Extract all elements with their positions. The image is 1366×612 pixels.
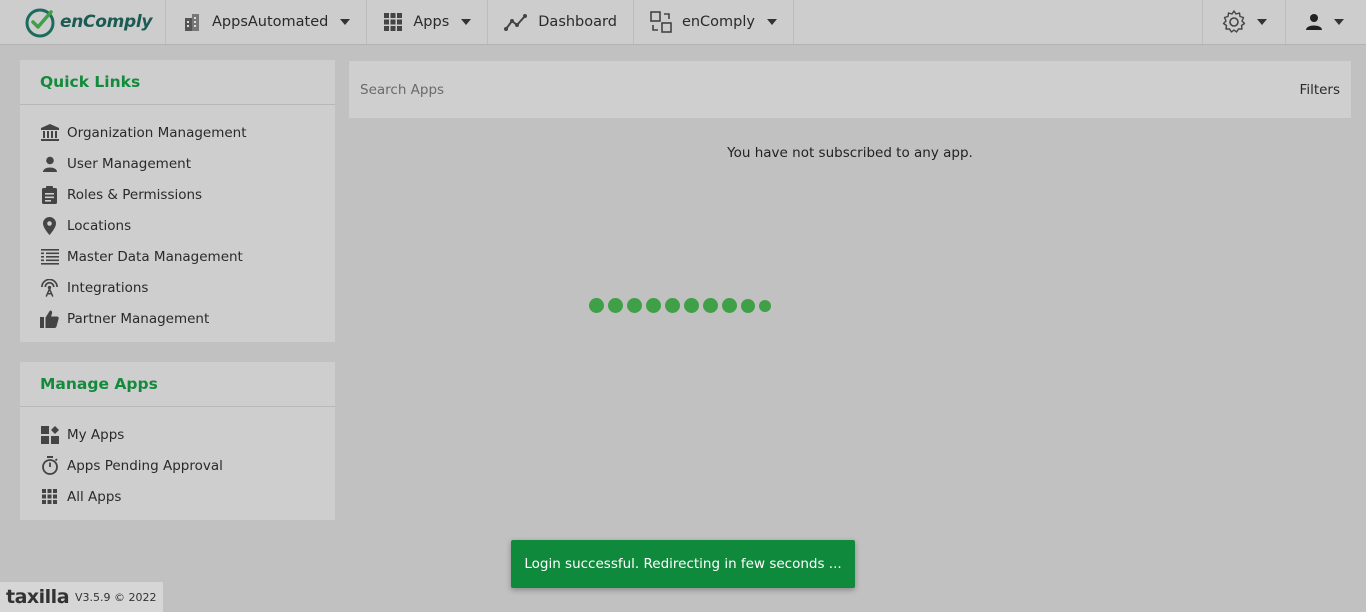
loader-dot (722, 298, 737, 313)
manage-apps-label: My Apps (67, 426, 125, 443)
encomply-logo-icon (25, 8, 55, 38)
quick-link-label: Roles & Permissions (67, 186, 203, 203)
brand-name: enComply (60, 12, 153, 32)
chevron-down-icon (1257, 19, 1267, 25)
loader-dot (589, 298, 604, 313)
quick-link-master-data-management[interactable]: Master Data Management (40, 241, 335, 272)
settings-dropdown[interactable] (1202, 0, 1285, 44)
chevron-down-icon (461, 19, 472, 25)
chevron-down-icon (1334, 19, 1344, 25)
nav-apps-dropdown[interactable]: Apps (367, 0, 489, 44)
quick-link-label: Organization Management (67, 124, 247, 141)
loader-dot (759, 299, 771, 312)
user-icon (40, 154, 59, 173)
user-icon (1306, 14, 1322, 30)
manage-apps-pending-approval[interactable]: Apps Pending Approval (40, 450, 335, 481)
loader-dot (741, 298, 755, 313)
nav-dashboard[interactable]: Dashboard (488, 0, 634, 44)
login-success-toast: Login successful. Redirecting in few sec… (511, 540, 855, 588)
grid-icon (40, 487, 59, 506)
quick-links-list: Organization Management User Management … (20, 105, 335, 344)
loader-dot (608, 298, 623, 313)
manage-apps-label: Apps Pending Approval (67, 457, 223, 474)
switch-app-icon (650, 11, 672, 33)
manage-apps-label: All Apps (67, 488, 122, 505)
quick-link-label: Integrations (67, 279, 149, 296)
taxilla-logo: taxilla (6, 586, 70, 608)
nav-product-label: enComply (681, 14, 755, 30)
grid-icon (384, 13, 403, 31)
loader-dot (703, 298, 718, 313)
footer: taxilla V3.5.9 © 2022 (0, 582, 163, 612)
manage-apps-title: Manage Apps (20, 362, 335, 407)
quick-link-organization-management[interactable]: Organization Management (40, 117, 335, 148)
loader-dot (627, 298, 642, 313)
nav-product-dropdown[interactable]: enComply (634, 0, 794, 44)
loader-dot (684, 298, 699, 313)
widgets-icon (40, 425, 59, 444)
quick-link-user-management[interactable]: User Management (40, 148, 335, 179)
nav-dashboard-label: Dashboard (538, 14, 617, 30)
quick-link-label: Partner Management (67, 310, 210, 327)
version-label: V3.5.9 © 2022 (75, 590, 157, 604)
timer-icon (40, 456, 59, 475)
manage-apps-all-apps[interactable]: All Apps (40, 481, 335, 512)
bank-icon (40, 123, 59, 142)
quick-link-label: User Management (67, 155, 191, 172)
empty-apps-message: You have not subscribed to any app. (727, 145, 973, 161)
nav-apps-label: Apps (413, 14, 450, 30)
manage-apps-my-apps[interactable]: My Apps (40, 419, 335, 450)
quick-link-integrations[interactable]: Integrations (40, 272, 335, 303)
brand[interactable]: enComply (0, 0, 166, 44)
chart-trend-icon (504, 14, 528, 31)
quick-link-roles-permissions[interactable]: Roles & Permissions (40, 179, 335, 210)
quick-link-partner-management[interactable]: Partner Management (40, 303, 335, 334)
search-bar: Filters (349, 61, 1351, 118)
loader-dot (665, 298, 680, 313)
manage-apps-panel: Manage Apps My Apps Apps Pending Approva… (20, 362, 335, 520)
clipboard-icon (40, 185, 59, 204)
quick-link-label: Master Data Management (67, 248, 243, 265)
antenna-icon (40, 278, 59, 297)
user-dropdown[interactable] (1285, 0, 1366, 44)
search-input[interactable] (360, 81, 960, 98)
location-pin-icon (40, 216, 59, 235)
top-navbar: enComply AppsAutomated Apps Dashboard en… (0, 0, 1366, 45)
filters-button[interactable]: Filters (1300, 82, 1340, 98)
data-list-icon (40, 247, 59, 266)
nav-org-label: AppsAutomated (212, 14, 329, 30)
loader-dot (646, 298, 661, 313)
chevron-down-icon (340, 19, 351, 25)
gear-icon (1222, 10, 1246, 33)
quick-links-title: Quick Links (20, 60, 335, 105)
building-icon (185, 14, 199, 31)
quick-links-panel: Quick Links Organization Management User… (20, 60, 335, 342)
nav-org-dropdown[interactable]: AppsAutomated (166, 0, 368, 44)
thumbs-up-icon (40, 309, 59, 328)
quick-link-locations[interactable]: Locations (40, 210, 335, 241)
quick-link-label: Locations (67, 217, 132, 234)
manage-apps-list: My Apps Apps Pending Approval All Apps (20, 407, 335, 522)
loading-indicator (589, 298, 771, 313)
chevron-down-icon (766, 19, 777, 25)
